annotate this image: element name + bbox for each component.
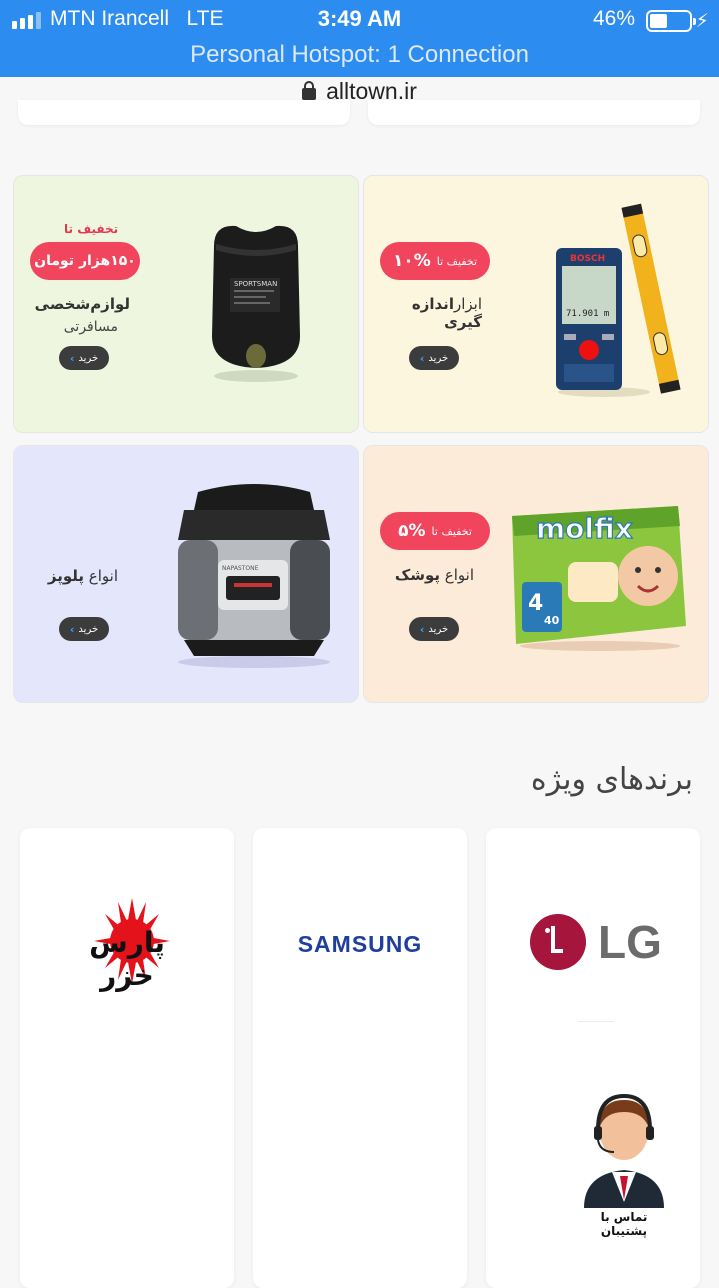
status-bar: MTN Irancell LTE 3:49 AM 46% ⚡ Personal … bbox=[0, 0, 719, 77]
product-brand-text: BOSCH bbox=[570, 254, 605, 264]
chevron-right-icon: › bbox=[419, 351, 425, 365]
banner-personal-travel[interactable]: تخفیف تا ۱۵۰هزار تومان لوازم‌شخصی مسافرت… bbox=[13, 175, 359, 433]
banner-title: انواع پلوپز bbox=[47, 567, 118, 585]
banner-diapers[interactable]: تخفیف تا ۵% انواع پوشک خرید › molfix 4 40 bbox=[363, 445, 709, 703]
lg-wordmark: LG bbox=[598, 916, 662, 968]
pars-khazar-logo: پارس خزر bbox=[60, 896, 200, 992]
banner-rice-cookers[interactable]: انواع پلوپز خرید › NAPASTONE bbox=[13, 445, 359, 703]
brand-card-pars-khazar[interactable]: پارس خزر bbox=[20, 828, 234, 1288]
discount-label: تخفیف تا bbox=[64, 222, 119, 236]
product-brand-text: NAPASTONE bbox=[222, 565, 259, 572]
chevron-right-icon: › bbox=[69, 351, 75, 365]
previous-card-right bbox=[368, 100, 700, 125]
charging-bolt-icon: ⚡ bbox=[695, 10, 709, 32]
product-reading-text: 71.901 m bbox=[566, 309, 609, 319]
rice-cooker-image: NAPASTONE bbox=[178, 484, 330, 668]
product-brand-text: SPORTSMAN bbox=[234, 280, 277, 288]
diaper-pack-image: molfix 4 40 bbox=[512, 506, 686, 651]
featured-brands-title: برندهای ویژه bbox=[530, 762, 693, 797]
shaver-image: SPORTSMAN bbox=[212, 225, 300, 382]
lg-logo: LG bbox=[530, 914, 662, 970]
discount-pill: ۱۵۰هزار تومان bbox=[30, 242, 140, 280]
previous-card-left bbox=[18, 100, 350, 125]
divider bbox=[578, 1021, 614, 1022]
laser-measure-image: BOSCH 71.901 m bbox=[556, 203, 681, 397]
hotspot-banner[interactable]: Personal Hotspot: 1 Connection bbox=[0, 41, 719, 69]
discount-pill: تخفیف تا ۵% bbox=[380, 512, 490, 550]
brand-card-samsung[interactable]: SAMSUNG bbox=[253, 828, 467, 1288]
banner-title: ابزاراندازه گیری bbox=[411, 295, 482, 331]
banner-measuring-tools[interactable]: تخفیف تا ۱۰% ابزاراندازه گیری خرید › BOSCH… bbox=[363, 175, 709, 433]
banner-subtitle: مسافرتی bbox=[63, 319, 118, 335]
buy-button[interactable]: خرید › bbox=[409, 617, 459, 641]
pars-khazar-name: پارس خزر bbox=[89, 926, 165, 992]
product-brand-text: molfix bbox=[536, 512, 633, 545]
support-agent-icon bbox=[584, 1093, 664, 1208]
product-size-text: 4 bbox=[528, 591, 543, 616]
product-count-text: 40 bbox=[544, 614, 560, 627]
chevron-right-icon: › bbox=[69, 622, 75, 636]
battery-percent: 46% bbox=[592, 7, 635, 30]
lock-icon bbox=[302, 81, 317, 100]
chevron-right-icon: › bbox=[419, 622, 425, 636]
battery-icon bbox=[646, 10, 696, 32]
buy-button[interactable]: خرید › bbox=[409, 346, 459, 370]
discount-pill: تخفیف تا ۱۰% bbox=[380, 242, 490, 280]
lg-face-icon bbox=[530, 914, 586, 970]
banner-title: لوازم‌شخصی bbox=[34, 295, 130, 313]
support-contact-widget[interactable]: تماس با پشتیبان bbox=[576, 1090, 672, 1238]
support-label: تماس با پشتیبان bbox=[600, 1210, 648, 1238]
samsung-logo: SAMSUNG bbox=[297, 931, 423, 957]
buy-button[interactable]: خرید › bbox=[59, 617, 109, 641]
banner-title: انواع پوشک bbox=[394, 566, 474, 584]
buy-button[interactable]: خرید › bbox=[59, 346, 109, 370]
